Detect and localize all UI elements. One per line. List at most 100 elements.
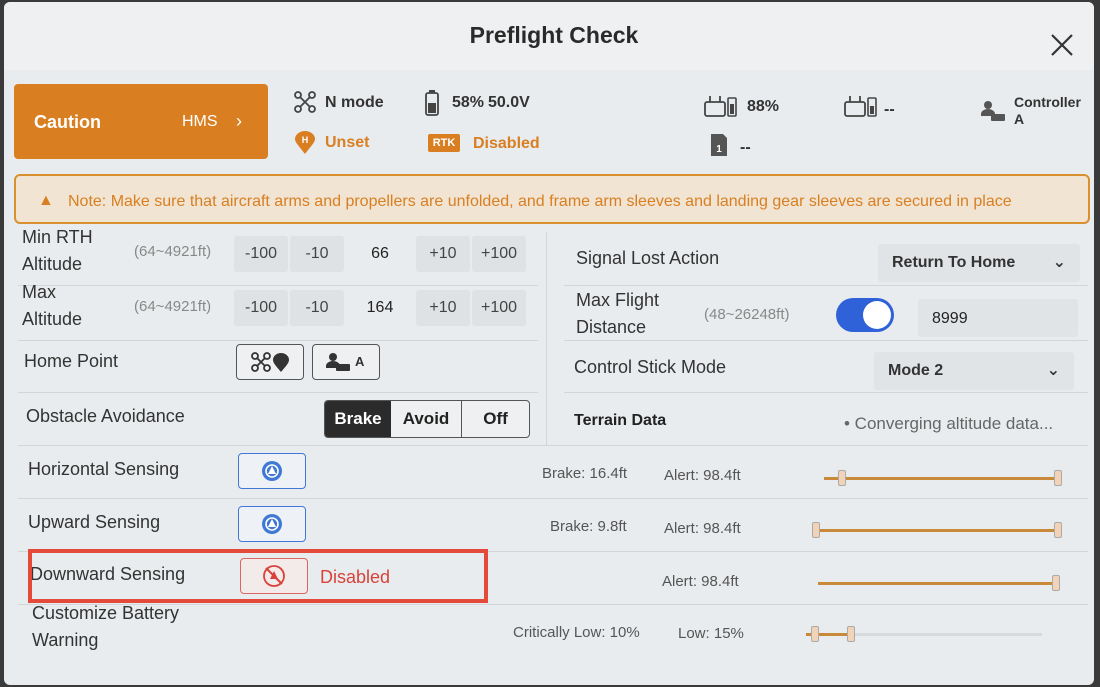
safety-note-text: Note: Make sure that aircraft arms and p… [68, 193, 1012, 210]
control-stick-mode-label: Control Stick Mode [574, 357, 727, 377]
chevron-right-icon: › [236, 111, 242, 131]
sensing-on-icon [261, 460, 283, 487]
warning-icon: ▲ [38, 192, 54, 209]
upward-sensing-slider[interactable] [812, 520, 1062, 540]
home-point-label: Home Point [24, 351, 119, 371]
control-stick-mode-dropdown[interactable]: Mode 2 ⌄ [874, 352, 1074, 390]
caution-label: Caution [34, 112, 101, 132]
column-divider [546, 232, 547, 446]
max-flight-distance-label: Max Flight Distance [576, 290, 660, 337]
secondary-controller-battery-icon [844, 94, 878, 123]
controller-icon [980, 100, 1006, 127]
max-flight-distance-switch[interactable] [836, 298, 894, 332]
downward-sensing-highlight [28, 549, 488, 603]
sensing-on-icon [261, 513, 283, 540]
rc-battery-percent: 88% [747, 98, 780, 115]
terrain-data-status: • Converging altitude data... [844, 414, 1054, 433]
max-flight-distance-value: 8999 [932, 310, 968, 327]
upward-sensing-label: Upward Sensing [28, 512, 161, 532]
divider [564, 392, 1088, 393]
divider [18, 392, 538, 393]
horizontal-alert-distance: Alert: 98.4ft [664, 467, 741, 484]
close-button[interactable] [1049, 32, 1079, 62]
max-flight-distance-range: (48~26248ft) [704, 306, 790, 323]
downward-alert-distance: Alert: 98.4ft [662, 573, 739, 590]
divider [18, 445, 1088, 446]
divider [564, 285, 1088, 286]
alert-handle[interactable] [1054, 470, 1062, 486]
home-point-status: Unset [325, 134, 370, 151]
remote-battery-status: -- [884, 101, 895, 118]
page-title: Preflight Check [469, 22, 639, 48]
max-flight-distance-input[interactable]: 8999 [918, 299, 1078, 337]
flight-mode: N mode [325, 94, 384, 111]
sd-card-icon: 1 [710, 133, 728, 162]
low-handle[interactable] [847, 626, 855, 642]
critical-handle[interactable] [811, 626, 819, 642]
max-altitude-plus10-button[interactable]: +10 [416, 290, 470, 326]
battery-warning-slider[interactable] [806, 624, 1042, 644]
horizontal-sensing-slider[interactable] [824, 468, 1062, 488]
control-stick-mode-value: Mode 2 [888, 362, 944, 379]
alert-handle[interactable] [1054, 522, 1062, 538]
chevron-down-icon: ⌄ [1052, 254, 1066, 271]
safety-note-banner: ▲ Note: Make sure that aircraft arms and… [14, 174, 1090, 224]
rtk-status: Disabled [473, 135, 540, 152]
signal-lost-action-dropdown[interactable]: Return To Home ⌄ [878, 244, 1080, 282]
battery-voltage: 50.0V [488, 94, 530, 111]
obstacle-avoidance-selector: Brake Avoid Off [324, 400, 530, 438]
horizontal-sensing-label: Horizontal Sensing [28, 459, 180, 479]
remote-controller-battery-icon [704, 94, 738, 123]
slider-track [824, 477, 1062, 480]
hms-label: HMS [182, 113, 218, 130]
downward-sensing-slider[interactable] [818, 573, 1060, 593]
min-rth-altitude-label: Min RTH Altitude [22, 227, 93, 274]
min-rth-minus100-button[interactable]: -100 [234, 236, 288, 272]
signal-lost-action-value: Return To Home [892, 254, 1016, 271]
obstacle-option-brake[interactable]: Brake [325, 401, 391, 437]
upward-sensing-toggle[interactable] [238, 506, 306, 542]
alert-handle[interactable] [1052, 575, 1060, 591]
drone-home-icon [251, 351, 291, 378]
upward-alert-distance: Alert: 98.4ft [664, 520, 741, 537]
brake-handle[interactable] [838, 470, 846, 486]
home-point-controller-button[interactable]: A [312, 344, 380, 380]
slider-track [812, 529, 1062, 532]
terrain-data-label: Terrain Data [574, 412, 667, 429]
home-point-icon: H [294, 131, 316, 160]
brake-handle[interactable] [812, 522, 820, 538]
obstacle-option-avoid[interactable]: Avoid [391, 401, 462, 437]
max-altitude-range: (64~4921ft) [134, 298, 212, 315]
max-altitude-value[interactable]: 164 [350, 290, 410, 326]
max-altitude-minus10-button[interactable]: -10 [290, 290, 344, 326]
min-rth-minus10-button[interactable]: -10 [290, 236, 344, 272]
controller-label: Controller A [1014, 94, 1081, 127]
obstacle-avoidance-label: Obstacle Avoidance [26, 406, 185, 426]
divider [564, 340, 1088, 341]
min-rth-value[interactable]: 66 [350, 236, 410, 272]
caution-hms-button[interactable]: Caution HMS › [14, 84, 268, 159]
preflight-check-screen: Preflight Check Caution HMS › N mode 58%… [4, 2, 1094, 685]
min-rth-range: (64~4921ft) [134, 243, 212, 260]
max-altitude-minus100-button[interactable]: -100 [234, 290, 288, 326]
controller-suffix: A [355, 354, 365, 369]
chevron-down-icon: ⌄ [1046, 362, 1060, 379]
divider [18, 340, 538, 341]
battery-critical-level: Critically Low: 10% [513, 624, 640, 641]
signal-lost-action-label: Signal Lost Action [576, 248, 720, 268]
obstacle-option-off[interactable]: Off [462, 401, 529, 437]
min-rth-plus10-button[interactable]: +10 [416, 236, 470, 272]
sd-card-status: -- [740, 139, 751, 156]
max-altitude-plus100-button[interactable]: +100 [472, 290, 526, 326]
switch-knob [863, 301, 891, 329]
svg-text:H: H [302, 135, 309, 145]
battery-warning-label: Customize Battery Warning [32, 603, 180, 650]
battery-icon [425, 90, 439, 121]
slider-track [818, 582, 1060, 585]
divider [18, 498, 1088, 499]
min-rth-plus100-button[interactable]: +100 [472, 236, 526, 272]
max-altitude-label: Max Altitude [22, 282, 83, 329]
drone-icon [294, 91, 316, 118]
home-point-aircraft-button[interactable] [236, 344, 304, 380]
horizontal-sensing-toggle[interactable] [238, 453, 306, 489]
